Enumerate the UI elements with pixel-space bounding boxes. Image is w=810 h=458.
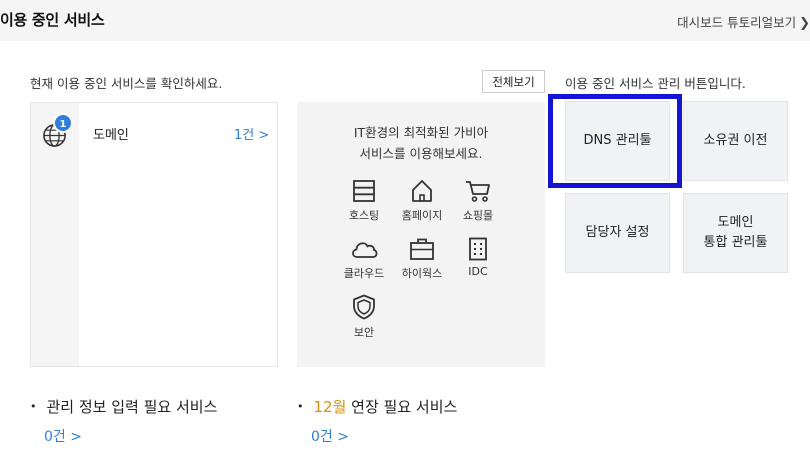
cloud-icon (352, 242, 378, 258)
cart-icon (466, 181, 490, 202)
promo-item-cloud[interactable]: 클라우드 (334, 237, 394, 281)
services-panel: 1 도메인 1건 > (30, 102, 278, 367)
promo-item-hiworks[interactable]: 하이웍스 (392, 237, 452, 281)
promo-item-hosting[interactable]: 호스팅 (334, 179, 394, 223)
server-icon (353, 180, 375, 202)
promo-item-label: 호스팅 (348, 209, 380, 222)
promo-item-shopping[interactable]: 쇼핑몰 (448, 179, 508, 223)
view-all-button[interactable]: 전체보기 (482, 70, 545, 93)
service-count-badge: 1 (53, 113, 73, 133)
management-description: 이용 중인 서비스 관리 버튼입니다. (565, 76, 746, 91)
promo-item-homepage[interactable]: 홈페이지 (392, 179, 452, 223)
renewal-month: 12월 (313, 398, 347, 416)
chevron-right-icon: ❯ (799, 16, 810, 31)
bullet-icon: • (30, 400, 37, 413)
dns-manager-button[interactable]: DNS 관리툴 (565, 101, 670, 181)
promo-item-security[interactable]: 보안 (334, 294, 394, 340)
domain-integrated-manager-button[interactable]: 도메인 통합 관리툴 (683, 193, 788, 273)
promo-text-line2: 서비스를 이용해보세요. (359, 146, 483, 161)
info-required-label: 관리 정보 입력 필요 서비스 (46, 398, 218, 416)
promo-item-idc[interactable]: IDC (448, 237, 508, 278)
contact-settings-label: 담당자 설정 (585, 225, 650, 240)
briefcase-icon (410, 238, 434, 260)
shield-icon (353, 294, 375, 320)
promo-text: IT환경의 최적화된 가비아 서비스를 이용해보세요. (297, 122, 545, 164)
ownership-transfer-button[interactable]: 소유권 이전 (683, 101, 788, 181)
building-icon (469, 237, 487, 261)
renewal-count-link[interactable]: 0건 > (311, 426, 349, 446)
page-title: 이용 중인 서비스 (0, 11, 105, 29)
promo-item-label: 클라우드 (343, 267, 385, 280)
tutorial-link[interactable]: 대시보드 튜토리얼보기 ❯ (677, 12, 810, 31)
tutorial-link-label: 대시보드 튜토리얼보기 (677, 15, 797, 30)
renewal-label: 연장 필요 서비스 (346, 398, 458, 416)
contact-settings-button[interactable]: 담당자 설정 (565, 193, 670, 273)
integrated-manager-label-line2: 통합 관리툴 (703, 235, 768, 250)
promo-item-label: IDC (468, 265, 488, 278)
renewal-title: • 12월 연장 필요 서비스 (297, 396, 457, 417)
promo-text-line1: IT환경의 최적화된 가비아 (353, 125, 489, 140)
services-description: 현재 이용 중인 서비스를 확인하세요. (30, 76, 223, 91)
promo-panel: IT환경의 최적화된 가비아 서비스를 이용해보세요. 호스팅 홈페이지 쇼핑몰… (297, 102, 545, 367)
promo-item-label: 하이웍스 (401, 267, 443, 280)
info-required-count-link[interactable]: 0건 > (44, 426, 82, 446)
info-required-title: • 관리 정보 입력 필요 서비스 (30, 396, 217, 417)
promo-item-label: 쇼핑몰 (462, 209, 494, 222)
service-name-domain: 도메인 (93, 128, 129, 143)
promo-item-label: 홈페이지 (401, 209, 443, 222)
promo-item-label: 보안 (353, 326, 375, 339)
service-count-link-domain[interactable]: 1건 > (234, 124, 269, 143)
home-icon (412, 180, 432, 202)
dns-manager-label: DNS 관리툴 (583, 133, 652, 148)
ownership-transfer-label: 소유권 이전 (703, 133, 768, 148)
bullet-icon: • (297, 400, 304, 413)
integrated-manager-label-line1: 도메인 (717, 215, 754, 230)
